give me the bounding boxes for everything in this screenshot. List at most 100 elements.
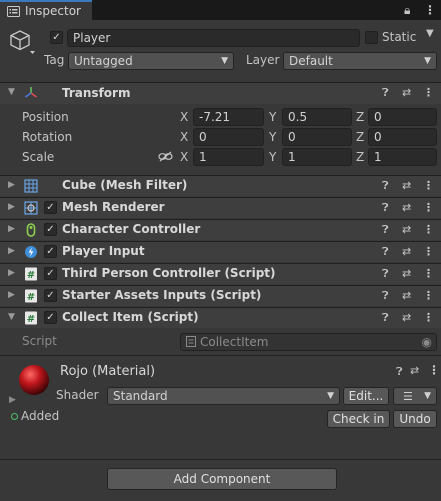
help-icon[interactable]: ❓︎	[382, 223, 389, 237]
position-z-field[interactable]: 0	[368, 108, 437, 126]
shader-dropdown[interactable]: Standard ▼	[107, 387, 340, 405]
static-checkbox[interactable]	[365, 31, 378, 44]
help-icon[interactable]: ❓︎	[382, 201, 389, 215]
kebab-menu-icon[interactable]: ⋮	[423, 267, 434, 280]
kebab-menu-icon[interactable]: ⋮	[423, 179, 434, 192]
tag-dropdown[interactable]: Untagged ▼	[68, 52, 234, 70]
help-icon[interactable]: ❓︎	[382, 245, 389, 259]
presets-icon[interactable]: ⇄	[402, 179, 411, 192]
help-icon[interactable]: ❓︎	[382, 267, 389, 281]
foldout-arrow-icon[interactable]: ▶	[8, 268, 15, 278]
component-player-input[interactable]: ▶ ✓ Player Input ❓︎ ⇄ ⋮	[0, 241, 441, 262]
kebab-menu-icon[interactable]: ⋮	[423, 86, 434, 99]
undo-button[interactable]: Undo	[393, 410, 437, 428]
axis-z-label[interactable]: Z	[356, 150, 364, 164]
component-title: Transform	[62, 86, 131, 100]
character-controller-icon	[26, 223, 36, 237]
presets-icon[interactable]: ⇄	[402, 223, 411, 236]
help-icon[interactable]: ❓︎	[382, 179, 389, 193]
lock-icon[interactable]: 🔒︎	[404, 3, 410, 18]
presets-icon[interactable]: ⇄	[402, 201, 411, 214]
kebab-menu-icon[interactable]: ⋮	[423, 289, 434, 302]
material-preview-sphere	[19, 365, 49, 395]
axis-x-label[interactable]: X	[180, 130, 188, 144]
script-icon: #	[25, 267, 37, 281]
axis-x-label[interactable]: X	[180, 110, 188, 124]
enabled-checkbox[interactable]: ✓	[44, 267, 57, 280]
scale-x-field[interactable]: 1	[193, 148, 264, 166]
kebab-menu-icon[interactable]: ⋮	[423, 223, 434, 236]
link-scale-icon[interactable]	[158, 151, 173, 162]
scale-y-field[interactable]: 1	[282, 148, 352, 166]
axis-x-label[interactable]: X	[180, 150, 188, 164]
layer-dropdown[interactable]: Default ▼	[283, 52, 437, 70]
script-value: CollectItem	[200, 335, 269, 349]
rotation-x-field[interactable]: 0	[193, 128, 264, 146]
component-starter-assets-inputs[interactable]: ▶ # ✓ Starter Assets Inputs (Script) ❓︎ …	[0, 285, 441, 306]
check-in-button[interactable]: Check in	[327, 410, 390, 428]
presets-icon[interactable]: ⇄	[410, 364, 419, 377]
foldout-arrow-icon[interactable]: ▼	[8, 312, 15, 322]
foldout-arrow-icon[interactable]: ▼	[8, 87, 15, 97]
foldout-arrow-icon[interactable]: ▶	[9, 395, 16, 405]
presets-icon[interactable]: ⇄	[402, 289, 411, 302]
scale-z-field[interactable]: 1	[368, 148, 437, 166]
enabled-checkbox[interactable]: ✓	[44, 201, 57, 214]
component-mesh-renderer[interactable]: ▶ ✓ Mesh Renderer ❓︎ ⇄ ⋮	[0, 197, 441, 218]
help-icon[interactable]: ❓︎	[382, 86, 389, 100]
component-collect-item[interactable]: ▼ # ✓ Collect Item (Script) ❓︎ ⇄ ⋮	[0, 307, 441, 328]
foldout-arrow-icon[interactable]: ▶	[8, 180, 15, 190]
enabled-checkbox[interactable]: ✓	[44, 311, 57, 324]
kebab-menu-icon[interactable]: ⋮	[428, 363, 440, 377]
add-component-button[interactable]: Add Component	[107, 468, 337, 490]
foldout-arrow-icon[interactable]: ▶	[8, 246, 15, 256]
rotation-y-field[interactable]: 0	[282, 128, 352, 146]
layer-value: Default	[289, 54, 333, 68]
chevron-down-icon: ▼	[221, 56, 228, 66]
transform-header[interactable]: ▼ Transform ❓︎ ⇄ ⋮	[0, 82, 441, 104]
presets-icon[interactable]: ⇄	[402, 311, 411, 324]
presets-icon[interactable]: ⇄	[402, 267, 411, 280]
enabled-checkbox[interactable]: ✓	[44, 245, 57, 258]
axis-y-label[interactable]: Y	[269, 130, 276, 144]
component-third-person-controller[interactable]: ▶ # ✓ Third Person Controller (Script) ❓…	[0, 263, 441, 284]
axis-y-label[interactable]: Y	[269, 150, 276, 164]
svg-text:#: #	[27, 270, 35, 281]
rotation-z-field[interactable]: 0	[368, 128, 437, 146]
tab-inspector[interactable]: Inspector	[0, 0, 92, 20]
presets-icon[interactable]: ⇄	[402, 86, 411, 99]
name-field[interactable]: Player	[67, 29, 360, 47]
shader-options-dropdown[interactable]: ☰ ▼	[393, 387, 437, 405]
axis-z-label[interactable]: Z	[356, 110, 364, 124]
help-icon[interactable]: ❓︎	[396, 365, 403, 379]
component-character-controller[interactable]: ▶ ✓ Character Controller ❓︎ ⇄ ⋮	[0, 219, 441, 240]
help-icon[interactable]: ❓︎	[382, 289, 389, 303]
foldout-arrow-icon[interactable]: ▶	[8, 290, 15, 300]
component-mesh-filter[interactable]: ▶ Cube (Mesh Filter) ❓︎ ⇄ ⋮	[0, 175, 441, 196]
edit-shader-button[interactable]: Edit...	[343, 387, 389, 405]
kebab-menu-icon[interactable]: ⋮	[423, 311, 434, 324]
help-icon[interactable]: ❓︎	[382, 311, 389, 325]
component-title: Player Input	[62, 244, 145, 258]
component-title: Character Controller	[62, 222, 201, 236]
enabled-checkbox[interactable]: ✓	[44, 289, 57, 302]
static-dropdown-arrow[interactable]: ▼	[426, 28, 434, 39]
axis-y-label[interactable]: Y	[269, 110, 276, 124]
kebab-menu-icon[interactable]: ⋮	[424, 3, 436, 17]
kebab-menu-icon[interactable]: ⋮	[423, 245, 434, 258]
gameobject-cube-icon[interactable]	[9, 28, 37, 56]
enabled-checkbox[interactable]: ✓	[44, 223, 57, 236]
divider	[0, 459, 441, 460]
active-checkbox[interactable]: ✓	[50, 31, 63, 44]
component-title: Third Person Controller (Script)	[62, 266, 276, 280]
axis-z-label[interactable]: Z	[356, 130, 364, 144]
position-y-field[interactable]: 0.5	[282, 108, 352, 126]
scale-label: Scale	[22, 150, 55, 164]
kebab-menu-icon[interactable]: ⋮	[423, 201, 434, 214]
position-x-field[interactable]: -7.21	[193, 108, 264, 126]
component-title: Mesh Renderer	[62, 200, 165, 214]
presets-icon[interactable]: ⇄	[402, 245, 411, 258]
foldout-arrow-icon[interactable]: ▶	[8, 224, 15, 234]
object-picker-icon: ◉	[421, 335, 432, 349]
foldout-arrow-icon[interactable]: ▶	[8, 202, 15, 212]
